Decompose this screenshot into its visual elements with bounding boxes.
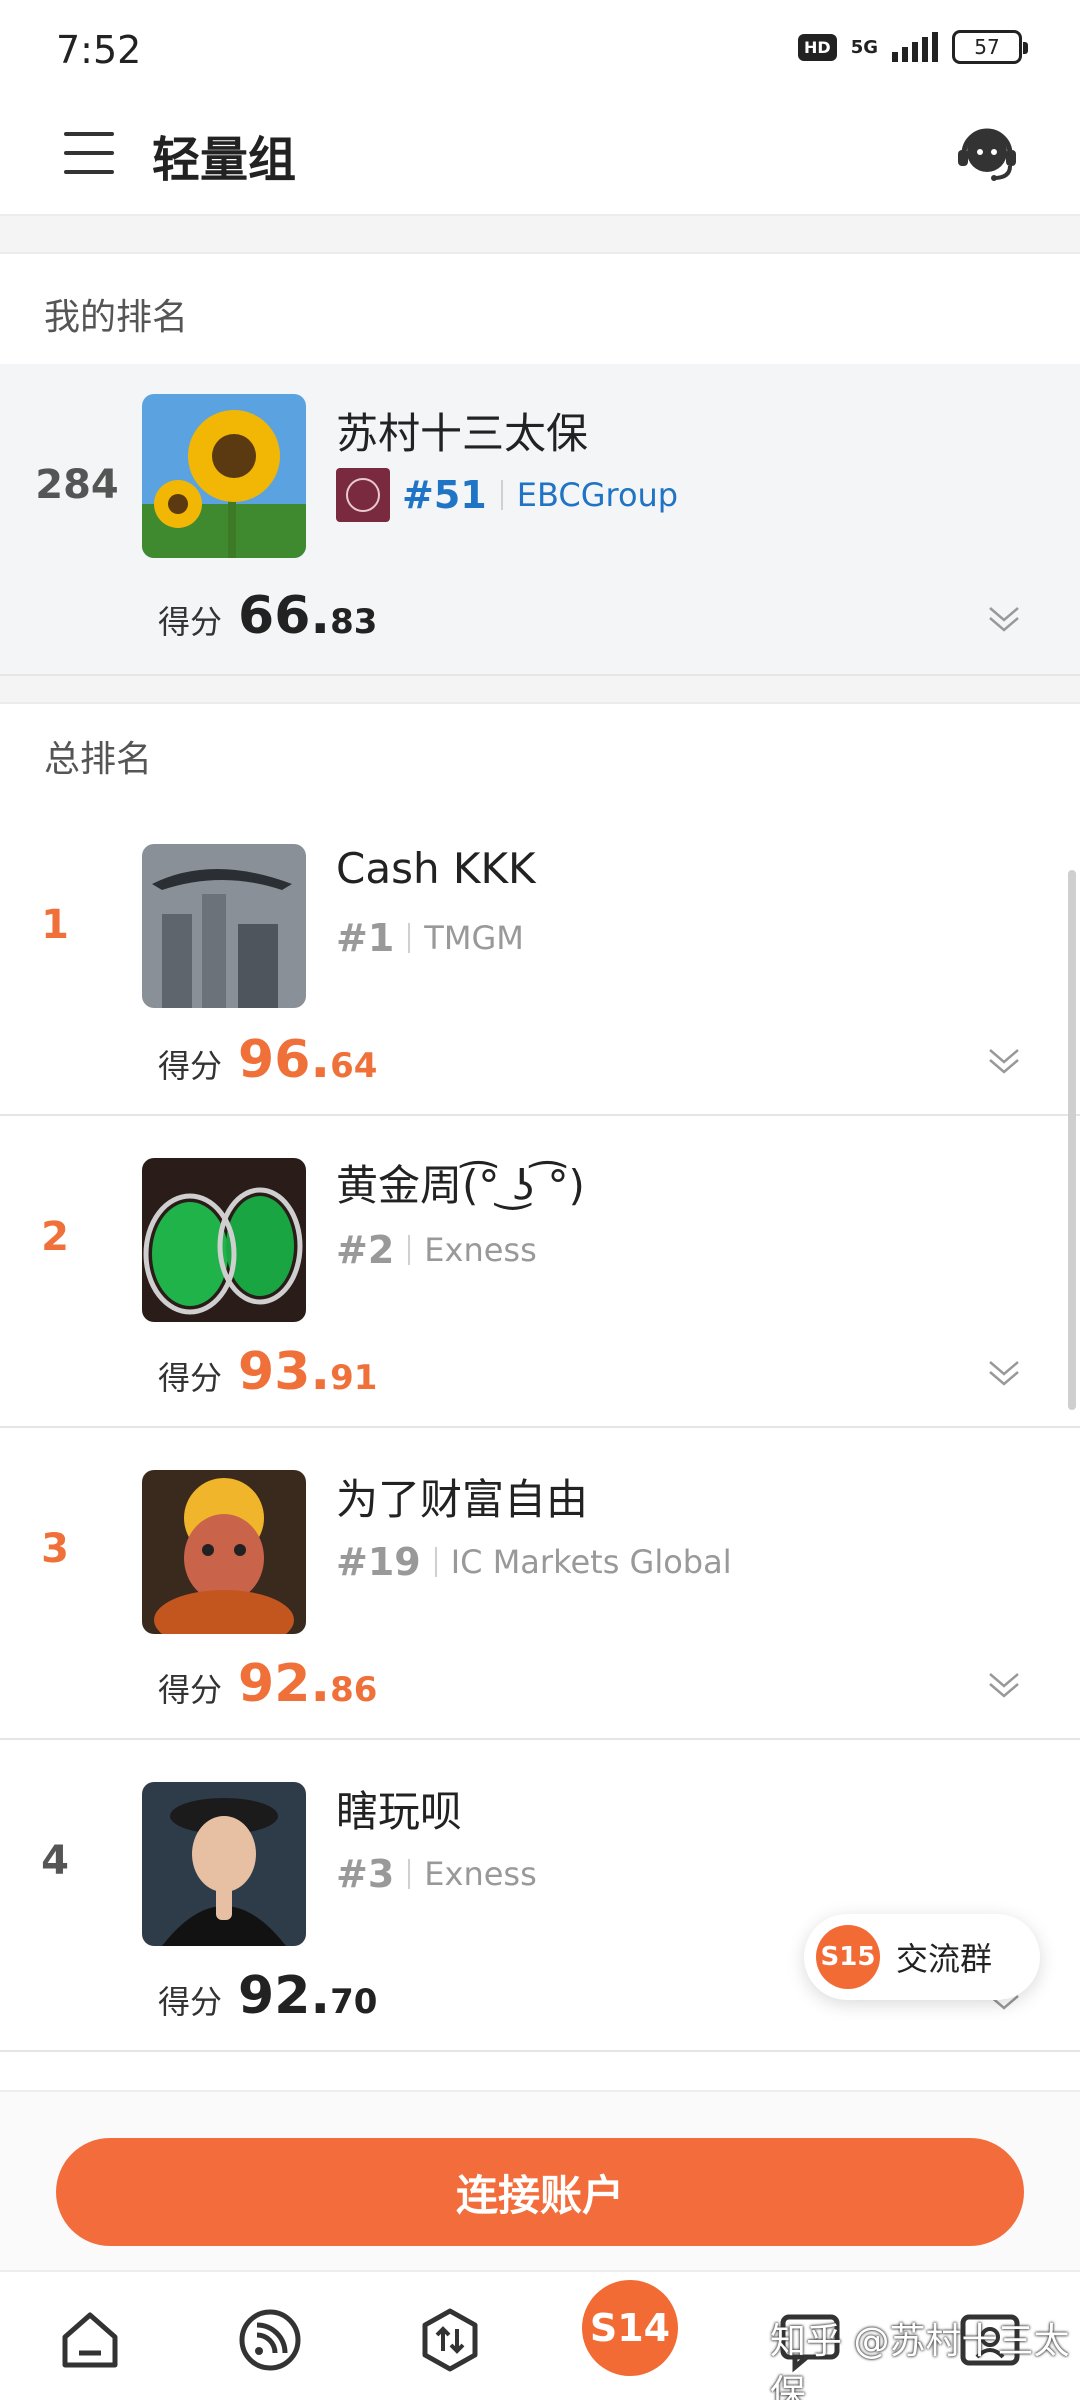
tab-bar: S14 知乎 @苏村十三太保 [0,2270,1080,2400]
score-integer: 96. [238,1030,331,1090]
my-rank-card[interactable]: 284 苏村十三太保 #51 EBCGroup 得分 66. 83 [0,364,1080,676]
page-title: 轻量组 [152,132,297,188]
chevron-down-icon[interactable] [984,1354,1024,1394]
rank-number: 3 [41,1526,69,1572]
broker-meta: #19 IC Markets Global [336,1540,732,1584]
battery-icon: 57 [952,30,1028,64]
meta-separator [408,923,411,953]
home-icon[interactable] [50,2300,130,2380]
broker-rank: #1 [336,916,395,960]
score-label: 得分 [158,1671,223,1709]
signal-icon [892,32,938,62]
broker-rank: #2 [336,1228,395,1272]
avatar [142,1470,306,1634]
broker-rank: #19 [336,1540,421,1584]
broker-rank: #3 [336,1852,395,1896]
user-name: Cash KKK [336,844,536,893]
rank-number: 2 [41,1214,69,1260]
my-ranking-label: 我的排名 [44,297,189,338]
avatar [142,1158,306,1322]
rank-entry[interactable]: 2 黄金周(͡° ͜ʖ ͡°) #2 Exness 得分 93. 91 [0,1116,1080,1428]
rank-entry[interactable]: 3 为了财富自由 #19 IC Markets Global 得分 92. 86 [0,1428,1080,1740]
chat-group-button[interactable]: S15 交流群 [804,1914,1040,2000]
divider-strip [0,216,1080,254]
overall-ranking-section: 总排名 [0,704,1080,794]
score-decimal: 64 [330,1046,378,1086]
network-label: 5G [850,36,878,58]
score-row: 得分 92. 70 [158,1966,377,2026]
score-decimal: 70 [330,1982,378,2022]
rank-entry[interactable]: 1 Cash KKK #1 TMGM 得分 96. 64 [0,804,1080,1116]
score-label: 得分 [158,1983,223,2021]
score-label: 得分 [158,603,223,641]
hd-badge: HD [798,33,837,61]
avatar [142,394,306,558]
score-row: 得分 66. 83 [158,586,377,646]
score-decimal: 86 [330,1670,378,1710]
score-decimal: 83 [330,602,378,642]
rank-number: 1 [41,902,69,948]
overall-ranking-label: 总排名 [44,739,153,780]
broker-rank: #51 [402,473,487,517]
rank-number: 4 [41,1838,69,1884]
chevron-down-icon[interactable] [984,1666,1024,1706]
rank-number: 284 [35,462,119,508]
broker-name: Exness [424,1231,537,1269]
my-ranking-section: 我的排名 [0,256,1080,364]
meta-separator [500,480,503,510]
score-row: 得分 93. 91 [158,1342,377,1402]
bottom-panel: 连接账户 [0,2090,1080,2270]
chevron-down-icon[interactable] [984,1042,1024,1082]
menu-icon[interactable] [62,126,116,180]
broker-meta: #2 Exness [336,1228,537,1272]
score-row: 得分 92. 86 [158,1654,377,1714]
score-integer: 92. [238,1966,331,2026]
score-integer: 93. [238,1342,331,1402]
avatar [142,844,306,1008]
meta-separator [434,1547,437,1577]
avatar [142,1782,306,1946]
chevron-down-icon[interactable] [984,600,1024,640]
broker-meta: #51 EBCGroup [336,468,678,522]
score-label: 得分 [158,1047,223,1085]
score-integer: 66. [238,586,331,646]
broker-name: IC Markets Global [450,1543,732,1581]
user-name: 黄金周(͡° ͜ʖ ͡°) [336,1161,585,1210]
connect-account-button[interactable]: 连接账户 [56,2138,1024,2246]
user-name: 苏村十三太保 [336,409,589,458]
headset-icon[interactable] [952,118,1022,188]
broker-meta: #3 Exness [336,1852,537,1896]
status-bar: 7:52 HD 5G 57 [0,0,1080,100]
status-icons: HD 5G 57 [798,30,1028,64]
app-header: 轻量组 [0,100,1080,216]
user-name: 瞎玩呗 [336,1787,463,1836]
s15-badge-icon: S15 [816,1925,880,1989]
broker-name[interactable]: EBCGroup [517,476,678,514]
chat-group-label: 交流群 [896,1940,993,1978]
score-row: 得分 96. 64 [158,1030,377,1090]
scrollbar[interactable] [1068,870,1076,1410]
broker-name: TMGM [424,919,524,957]
s14-tab-icon[interactable]: S14 [582,2280,678,2376]
score-label: 得分 [158,1359,223,1397]
rank-entry[interactable]: 4 瞎玩呗 #3 Exness 得分 92. 70 [0,1740,1080,2052]
broker-name: Exness [424,1855,537,1893]
divider-strip [0,676,1080,704]
battery-level: 57 [974,35,1000,59]
feed-icon[interactable] [230,2300,310,2380]
broker-meta: #1 TMGM [336,916,524,960]
user-name: 为了财富自由 [336,1475,589,1524]
score-decimal: 91 [330,1358,378,1398]
status-time: 7:52 [56,28,142,72]
trade-icon[interactable] [410,2300,490,2380]
meta-separator [408,1859,411,1889]
meta-separator [408,1235,411,1265]
score-integer: 92. [238,1654,331,1714]
broker-logo-icon [336,468,390,522]
watermark-text: 知乎 @苏村十三太保 [770,2321,1070,2400]
